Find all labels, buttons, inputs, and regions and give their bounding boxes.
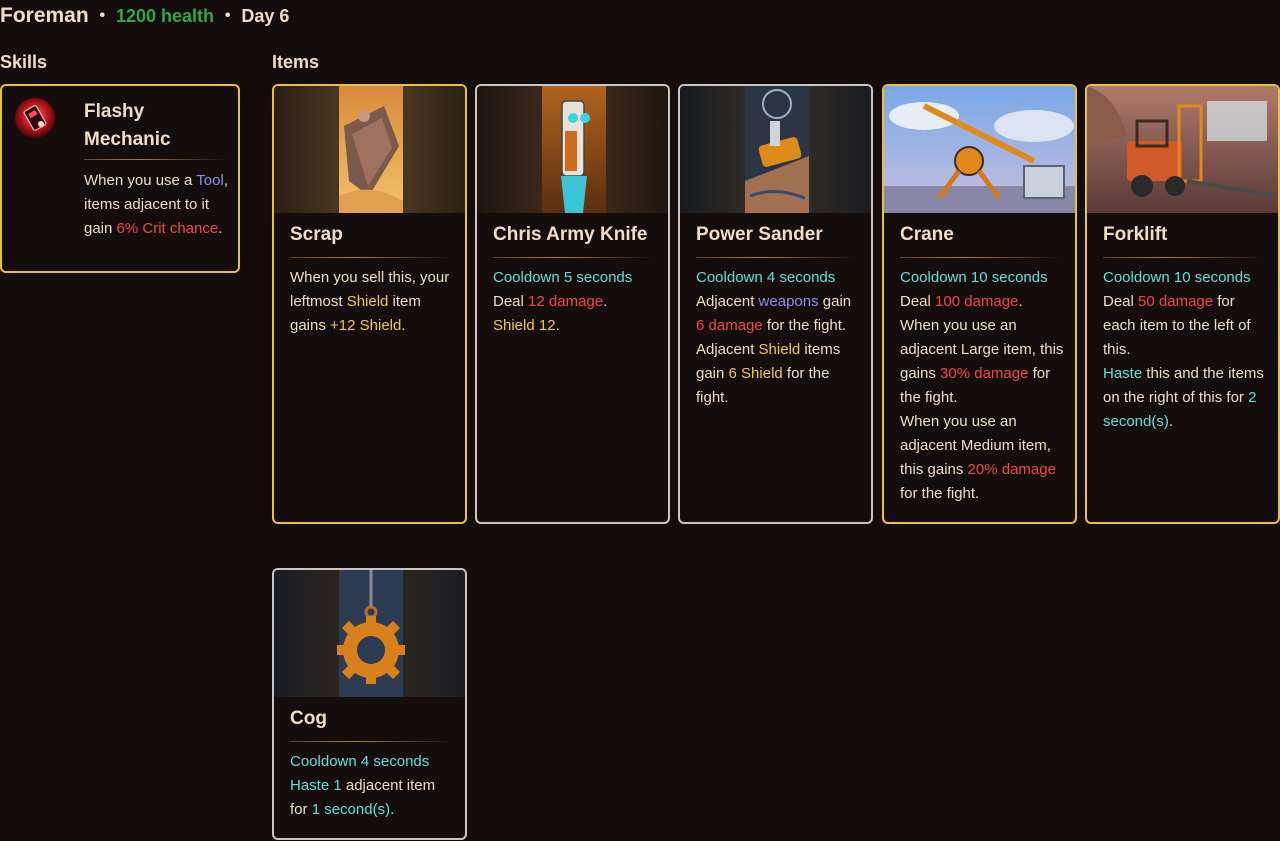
item-description: When you sell this, your leftmost Shield… — [290, 269, 450, 334]
day-label: Day 6 — [241, 6, 290, 26]
item-description: Cooldown 10 seconds Deal 50 damage for e… — [1103, 266, 1269, 434]
item-divider — [1103, 257, 1263, 258]
chris-army-knife-image — [477, 86, 668, 213]
item-name: Cog — [290, 708, 327, 729]
item-name: Crane — [900, 224, 954, 245]
item-name: Power Sander — [696, 224, 823, 245]
item-description: Cooldown 4 seconds Adjacent weapons gain… — [696, 266, 862, 410]
skill-card[interactable]: Flashy Mechanic When you use a Tool, ite… — [0, 84, 240, 273]
item-name: Chris Army Knife — [493, 224, 648, 245]
page-header: Foreman • 1200 health • Day 6 — [0, 4, 289, 28]
item-card-cog[interactable]: Cog Cooldown 4 seconds Haste 1 adjacent … — [272, 568, 467, 840]
item-description: Cooldown 4 seconds Haste 1 adjacent item… — [290, 750, 456, 822]
item-divider — [900, 257, 1060, 258]
forklift-image — [1087, 86, 1278, 213]
cooldown-line: Cooldown 10 seconds — [900, 269, 1048, 286]
item-divider — [493, 257, 653, 258]
item-divider — [696, 257, 856, 258]
health-label: 1200 health — [115, 6, 215, 26]
crane-image — [884, 86, 1075, 213]
item-name: Forklift — [1103, 224, 1168, 245]
separator-dot: • — [99, 7, 106, 24]
skills-heading: Skills — [0, 52, 48, 72]
items-heading: Items — [272, 52, 320, 72]
separator-dot: • — [224, 7, 231, 24]
cooldown-line: Cooldown 4 seconds — [290, 753, 430, 770]
item-name: Scrap — [290, 224, 343, 245]
item-divider — [290, 741, 450, 742]
cooldown-line: Cooldown 5 seconds — [493, 269, 633, 286]
flashy-mechanic-icon — [14, 97, 56, 139]
item-card-crane[interactable]: Crane Cooldown 10 seconds Deal 100 damag… — [882, 84, 1077, 524]
item-description: Cooldown 10 seconds Deal 100 damage. Whe… — [900, 266, 1066, 506]
item-description: Cooldown 5 seconds Deal 12 damage. Shiel… — [493, 266, 659, 338]
skill-name: Flashy Mechanic — [84, 101, 171, 150]
item-divider — [290, 257, 450, 258]
cooldown-line: Cooldown 10 seconds — [1103, 269, 1251, 286]
item-card-scrap[interactable]: Scrap When you sell this, your leftmost … — [272, 84, 467, 524]
hero-name: Foreman — [0, 4, 89, 27]
skill-divider — [84, 159, 228, 160]
skill-description: When you use a Tool, items adjacent to i… — [84, 172, 228, 237]
item-card-chris-army-knife[interactable]: Chris Army Knife Cooldown 5 seconds Deal… — [475, 84, 670, 524]
cog-image — [274, 570, 465, 697]
power-sander-image — [680, 86, 871, 213]
scrap-image — [274, 86, 465, 213]
cooldown-line: Cooldown 4 seconds — [696, 269, 836, 286]
crit-chance-value: 6% Crit chance — [116, 220, 219, 237]
item-card-power-sander[interactable]: Power Sander Cooldown 4 seconds Adjacent… — [678, 84, 873, 524]
tool-tag: Tool — [196, 172, 224, 189]
item-card-forklift[interactable]: Forklift Cooldown 10 seconds Deal 50 dam… — [1085, 84, 1280, 524]
